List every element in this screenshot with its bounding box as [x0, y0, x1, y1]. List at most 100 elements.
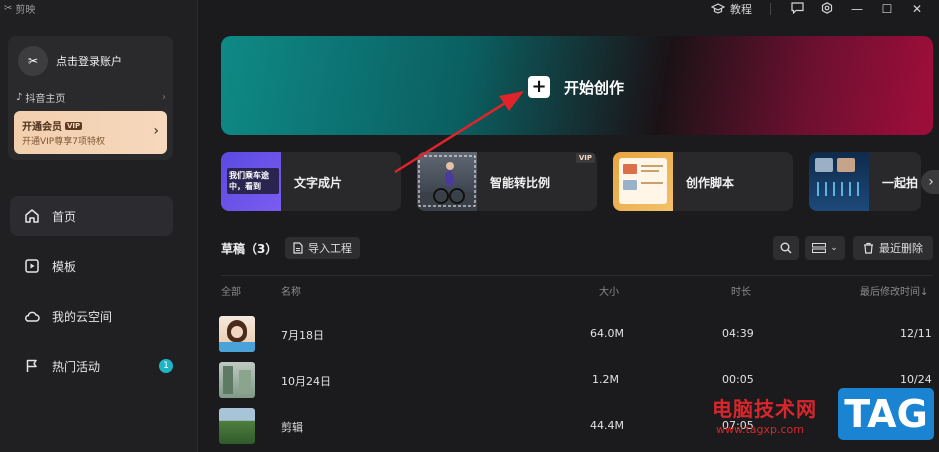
avatar[interactable]: ✂ — [18, 46, 48, 76]
script-doc-image — [619, 158, 667, 204]
app-logo: ✂ 剪映 — [4, 1, 35, 16]
minimize-button[interactable]: — — [849, 2, 865, 16]
feature-thumb: 我们乘车途中，看到 — [221, 152, 281, 211]
nav-label: 热门活动 — [52, 359, 101, 374]
watermark-url: www.tagxp.com — [716, 423, 804, 436]
stage-lights — [817, 182, 861, 196]
close-button[interactable]: ✕ — [909, 2, 925, 16]
minimize-icon: — — [851, 2, 863, 16]
chevron-down-icon: ⌄ — [830, 243, 838, 253]
tiktok-icon: ♪ — [16, 92, 23, 103]
feature-creation-script[interactable]: 创作脚本 — [613, 152, 793, 211]
column-size[interactable]: 大小 — [599, 283, 619, 298]
search-icon — [780, 242, 792, 254]
draft-modified: 12/11 — [900, 327, 932, 340]
list-view-icon — [812, 243, 827, 253]
table-row[interactable]: 剪辑 44.4M 07:05 — [219, 408, 933, 448]
start-creation-button[interactable]: + 开始创作 — [528, 76, 624, 98]
trash-icon — [864, 242, 873, 254]
feature-label: 创作脚本 — [686, 176, 735, 190]
home-icon — [25, 209, 39, 223]
column-name[interactable]: 名称 — [281, 283, 301, 298]
feature-thumb — [417, 152, 477, 211]
table-row[interactable]: 7月18日 64.0M 04:39 12/11 — [219, 316, 933, 356]
flag-icon — [26, 359, 37, 372]
nav-events[interactable]: 热门活动 1 — [10, 346, 173, 386]
vip-card[interactable]: 开通会员 VIP 开通VIP尊享7项特权 › — [14, 111, 167, 154]
tutorial-button[interactable]: 教程 — [711, 1, 752, 17]
drafts-count: （3） — [245, 242, 278, 256]
column-duration[interactable]: 时长 — [731, 283, 751, 298]
scroll-right-button[interactable]: › — [921, 170, 939, 194]
notification-badge: 1 — [159, 359, 173, 373]
column-all[interactable]: 全部 — [221, 283, 241, 298]
capcut-avatar-icon: ✂ — [27, 54, 39, 68]
graduation-cap-icon — [711, 3, 725, 14]
vip-title: 开通会员 VIP — [22, 118, 83, 133]
start-creation-label: 开始创作 — [564, 78, 625, 97]
watermark-logo: TAG — [838, 388, 934, 440]
nav-templates[interactable]: 模板 — [10, 246, 173, 286]
feedback-button[interactable] — [789, 1, 805, 17]
template-icon — [25, 259, 39, 273]
cloud-icon — [24, 311, 40, 322]
thumb-caption: 我们乘车途中，看到 — [227, 168, 279, 194]
maximize-icon: ☐ — [881, 2, 893, 16]
draft-name: 剪辑 — [281, 421, 303, 434]
chevron-right-icon: › — [928, 174, 934, 190]
column-modified[interactable]: 最后修改时间↓ — [860, 283, 928, 298]
recently-deleted-label: 最近删除 — [879, 242, 923, 255]
drafts-title-text: 草稿 — [221, 242, 246, 256]
maximize-button[interactable]: ☐ — [879, 2, 895, 16]
recently-deleted-button[interactable]: 最近删除 — [853, 236, 933, 260]
sidebar: ✂ 剪映 ✂ 点击登录账户 ♪ 抖音主页 › 开通会员 VIP 开通VIP尊享7… — [0, 0, 198, 452]
watermark-text: 电脑技术网 — [712, 397, 817, 421]
plus-icon: + — [528, 76, 550, 98]
draft-thumbnail — [219, 362, 255, 398]
login-link[interactable]: 点击登录账户 — [56, 53, 122, 69]
participant-tile — [815, 158, 833, 172]
import-label: 导入工程 — [308, 242, 352, 255]
draft-size: 64.0M — [590, 327, 624, 340]
feature-label: 文字成片 — [294, 176, 343, 190]
vip-badge: VIP — [65, 121, 83, 130]
separator — [770, 3, 771, 15]
close-icon: ✕ — [911, 2, 923, 16]
feature-text-to-video[interactable]: 我们乘车途中，看到 文字成片 — [221, 152, 401, 211]
tutorial-label: 教程 — [730, 3, 752, 16]
feature-shoot-together[interactable]: 一起拍 — [809, 152, 921, 211]
gear-icon — [821, 1, 833, 14]
feature-thumb — [613, 152, 673, 211]
feature-label: 智能转比例 — [490, 176, 551, 190]
view-mode-dropdown[interactable]: ⌄ — [805, 236, 845, 260]
feature-smart-ratio[interactable]: 智能转比例 VIP — [417, 152, 597, 211]
title-bar: 教程 — ☐ ✕ — [711, 0, 939, 18]
douyin-home-link[interactable]: ♪ 抖音主页 › — [16, 90, 166, 105]
settings-button[interactable] — [819, 1, 835, 17]
app-name: 剪映 — [15, 5, 36, 16]
capcut-logo-icon: ✂ — [4, 3, 13, 14]
draft-name: 7月18日 — [281, 329, 324, 342]
nav-home[interactable]: 首页 — [10, 196, 173, 236]
message-icon — [790, 1, 804, 14]
nav-label: 首页 — [52, 209, 77, 224]
import-project-button[interactable]: 导入工程 — [285, 237, 360, 259]
chevron-right-icon: › — [162, 92, 166, 103]
search-button[interactable] — [773, 236, 799, 260]
start-creation-banner[interactable]: + 开始创作 — [221, 36, 933, 135]
vip-tag: VIP — [575, 153, 595, 163]
nav-cloud[interactable]: 我的云空间 — [10, 296, 173, 336]
divider — [221, 275, 933, 276]
draft-name: 10月24日 — [281, 375, 331, 388]
vip-title-text: 开通会员 — [22, 122, 62, 133]
draft-thumbnail — [219, 408, 255, 444]
vip-subtitle: 开通VIP尊享7项特权 — [22, 137, 105, 147]
nav-label: 模板 — [52, 259, 77, 274]
draft-size: 1.2M — [592, 373, 619, 386]
table-row[interactable]: 10月24日 1.2M 00:05 10/24 — [219, 362, 933, 402]
account-card: ✂ 点击登录账户 ♪ 抖音主页 › 开通会员 VIP 开通VIP尊享7项特权 › — [8, 36, 173, 160]
draft-size: 44.4M — [590, 419, 624, 432]
participant-tile — [837, 158, 855, 172]
feature-thumb — [809, 152, 869, 211]
feature-label: 一起拍 — [882, 176, 919, 190]
